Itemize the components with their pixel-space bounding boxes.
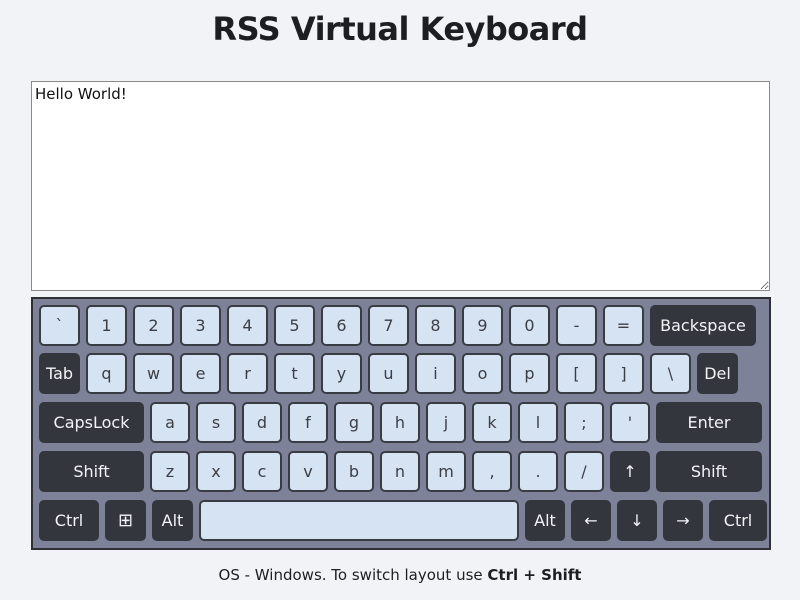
key-s[interactable]: s (196, 402, 236, 443)
keyboard-row-1: ` 1 2 3 4 5 6 7 8 9 0 - = Backspace (39, 305, 762, 346)
key-y[interactable]: y (321, 353, 362, 394)
key-q[interactable]: q (86, 353, 127, 394)
key-alt-left[interactable]: Alt (152, 500, 193, 541)
key-period[interactable]: . (518, 451, 558, 492)
key-backtick[interactable]: ` (39, 305, 80, 346)
key-4[interactable]: 4 (227, 305, 268, 346)
hint-combo: Ctrl + Shift (487, 566, 582, 584)
key-bracket-left[interactable]: [ (556, 353, 597, 394)
key-alt-right[interactable]: Alt (525, 500, 565, 541)
key-u[interactable]: u (368, 353, 409, 394)
key-arrow-right[interactable]: → (663, 500, 703, 541)
key-win[interactable]: ⊞ (105, 500, 146, 541)
key-shift-right[interactable]: Shift (656, 451, 762, 492)
key-o[interactable]: o (462, 353, 503, 394)
key-c[interactable]: c (242, 451, 282, 492)
key-x[interactable]: x (196, 451, 236, 492)
key-backslash[interactable]: \ (650, 353, 691, 394)
key-r[interactable]: r (227, 353, 268, 394)
key-del[interactable]: Del (697, 353, 738, 394)
keyboard-row-4: Shift z x c v b n m , . / ↑ Shift (39, 451, 768, 492)
key-h[interactable]: h (380, 402, 420, 443)
key-n[interactable]: n (380, 451, 420, 492)
key-1[interactable]: 1 (86, 305, 127, 346)
text-output[interactable] (31, 81, 770, 291)
key-ctrl-right[interactable]: Ctrl (709, 500, 767, 541)
key-capslock[interactable]: CapsLock (39, 402, 144, 443)
key-ctrl-left[interactable]: Ctrl (39, 500, 99, 541)
key-8[interactable]: 8 (415, 305, 456, 346)
key-w[interactable]: w (133, 353, 174, 394)
key-9[interactable]: 9 (462, 305, 503, 346)
keyboard-row-3: CapsLock a s d f g h j k l ; ' Enter (39, 402, 768, 443)
key-7[interactable]: 7 (368, 305, 409, 346)
key-equal[interactable]: = (603, 305, 644, 346)
key-e[interactable]: e (180, 353, 221, 394)
key-5[interactable]: 5 (274, 305, 315, 346)
key-arrow-left[interactable]: ← (571, 500, 611, 541)
key-6[interactable]: 6 (321, 305, 362, 346)
key-f[interactable]: f (288, 402, 328, 443)
key-bracket-right[interactable]: ] (603, 353, 644, 394)
key-2[interactable]: 2 (133, 305, 174, 346)
key-arrow-down[interactable]: ↓ (617, 500, 657, 541)
key-p[interactable]: p (509, 353, 550, 394)
layout-hint: OS - Windows. To switch layout use Ctrl … (0, 566, 800, 584)
key-k[interactable]: k (472, 402, 512, 443)
key-l[interactable]: l (518, 402, 558, 443)
keyboard-row-2: Tab q w e r t y u i o p [ ] \ Del (39, 353, 744, 394)
hint-text: OS - Windows. To switch layout use (218, 566, 488, 584)
page-title: RSS Virtual Keyboard (212, 10, 588, 48)
key-tab[interactable]: Tab (39, 353, 80, 394)
keyboard-row-5: Ctrl ⊞ Alt Alt ← ↓ → Ctrl (39, 500, 773, 541)
key-enter[interactable]: Enter (656, 402, 762, 443)
key-quote[interactable]: ' (610, 402, 650, 443)
key-shift-left[interactable]: Shift (39, 451, 144, 492)
key-z[interactable]: z (150, 451, 190, 492)
key-0[interactable]: 0 (509, 305, 550, 346)
windows-icon: ⊞ (117, 509, 134, 531)
key-comma[interactable]: , (472, 451, 512, 492)
key-3[interactable]: 3 (180, 305, 221, 346)
key-g[interactable]: g (334, 402, 374, 443)
key-i[interactable]: i (415, 353, 456, 394)
virtual-keyboard: ` 1 2 3 4 5 6 7 8 9 0 - = Backspace Tab … (31, 297, 771, 550)
key-m[interactable]: m (426, 451, 466, 492)
key-a[interactable]: a (150, 402, 190, 443)
key-d[interactable]: d (242, 402, 282, 443)
key-j[interactable]: j (426, 402, 466, 443)
key-v[interactable]: v (288, 451, 328, 492)
key-slash[interactable]: / (564, 451, 604, 492)
key-minus[interactable]: - (556, 305, 597, 346)
key-space[interactable] (199, 500, 519, 541)
key-semicolon[interactable]: ; (564, 402, 604, 443)
key-t[interactable]: t (274, 353, 315, 394)
key-arrow-up[interactable]: ↑ (610, 451, 650, 492)
key-b[interactable]: b (334, 451, 374, 492)
key-backspace[interactable]: Backspace (650, 305, 756, 346)
